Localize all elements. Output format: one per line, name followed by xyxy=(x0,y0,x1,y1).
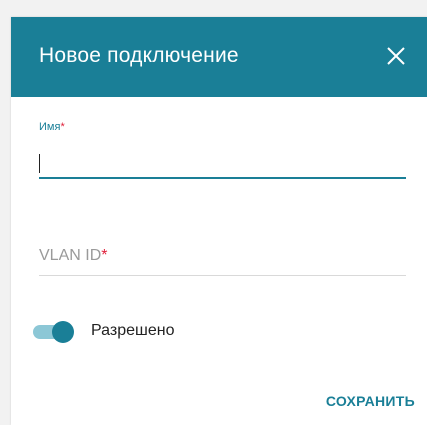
name-required-mark: * xyxy=(60,121,65,133)
name-field-group: Имя* xyxy=(39,121,406,187)
save-button[interactable]: СОХРАНИТЬ xyxy=(326,393,415,409)
text-caret xyxy=(39,154,40,173)
dialog-title: Новое подключение xyxy=(39,44,239,67)
vlan-id-field-group: VLAN ID* xyxy=(39,239,406,279)
new-connection-dialog: Новое подключение Имя* VLAN ID* Разрешен… xyxy=(11,17,427,425)
name-input[interactable] xyxy=(39,149,406,179)
page-background: Новое подключение Имя* VLAN ID* Разрешен… xyxy=(0,0,427,425)
name-field-label: Имя* xyxy=(39,121,65,133)
name-label-text: Имя xyxy=(39,121,61,133)
dialog-header: Новое подключение xyxy=(11,17,427,97)
close-button[interactable] xyxy=(379,39,413,73)
enabled-toggle-label: Разрешено xyxy=(91,322,175,339)
vlan-id-input[interactable] xyxy=(39,245,406,276)
toggle-knob xyxy=(52,321,74,343)
enabled-toggle[interactable] xyxy=(33,320,75,344)
close-icon xyxy=(387,47,405,65)
